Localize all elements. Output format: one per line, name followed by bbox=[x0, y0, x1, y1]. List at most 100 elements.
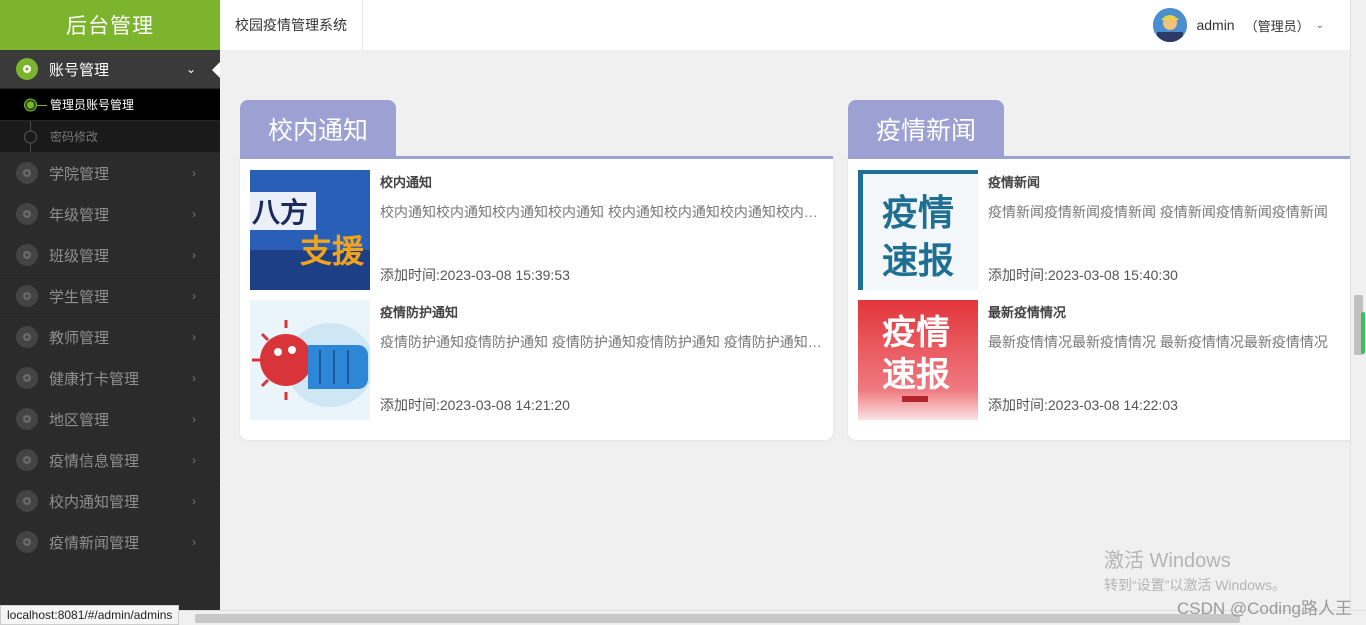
news-title[interactable]: 疫情新闻 bbox=[988, 172, 1040, 191]
submenu-item-label: 密码修改 bbox=[50, 130, 99, 144]
user-menu[interactable]: admin （管理员） ⌄ bbox=[1153, 8, 1324, 42]
user-role: （管理员） bbox=[1244, 18, 1310, 34]
avatar[interactable] bbox=[1153, 8, 1188, 42]
sidebar-item-label: 健康打卡管理 bbox=[49, 370, 140, 388]
submenu-item-label: 管理员账号管理 bbox=[50, 98, 135, 112]
watermark-line2: 转到“设置”以激活 Windows。 bbox=[1104, 577, 1287, 593]
chevron-right-icon: › bbox=[192, 371, 196, 385]
virus-fist-image bbox=[250, 300, 370, 420]
news-summary: 校内通知校内通知校内通知校内通知 校内通知校内通知校内通知校内通知 校内通知 bbox=[380, 204, 823, 220]
menu-icon bbox=[16, 162, 38, 184]
menu-icon bbox=[16, 58, 38, 80]
chevron-right-icon: › bbox=[192, 494, 196, 508]
menu-icon bbox=[16, 203, 38, 225]
report-line2: 速报 bbox=[882, 241, 954, 282]
username: admin bbox=[1196, 17, 1235, 33]
menu-icon bbox=[16, 285, 38, 307]
news-title[interactable]: 校内通知 bbox=[380, 172, 432, 191]
chevron-right-icon: › bbox=[192, 453, 196, 467]
banner-text-b: 支援 bbox=[300, 232, 365, 270]
news-time: 添加时间:2023-03-08 15:39:53 bbox=[380, 267, 570, 283]
support-banner-image: 八方 支援 bbox=[250, 170, 370, 290]
sidebar-item-health-checkin[interactable]: 健康打卡管理 › bbox=[0, 358, 220, 399]
news-time: 添加时间:2023-03-08 14:21:20 bbox=[380, 397, 570, 413]
news-title[interactable]: 最新疫情情况 bbox=[988, 302, 1066, 321]
scroll-indicator bbox=[1361, 312, 1365, 354]
menu-icon bbox=[16, 408, 38, 430]
news-item[interactable]: 八方 支援 校内通知 校内通知校内通知校内通知校内通知 校内通知校内通知校内通知… bbox=[250, 170, 833, 290]
chevron-right-icon: › bbox=[192, 166, 196, 180]
epidemic-report-red-image: 疫情 速报 bbox=[858, 300, 978, 420]
sidebar-item-label: 学院管理 bbox=[49, 165, 110, 183]
chevron-right-icon: › bbox=[192, 330, 196, 344]
chevron-right-icon: › bbox=[192, 289, 196, 303]
sidebar-item-label: 疫情信息管理 bbox=[49, 452, 140, 470]
submenu: 管理员账号管理 密码修改 bbox=[0, 89, 220, 153]
sidebar-item-school-notice[interactable]: 校内通知管理 › bbox=[0, 481, 220, 522]
sidebar-item-label: 学生管理 bbox=[49, 288, 110, 306]
chevron-right-icon: › bbox=[192, 207, 196, 221]
sidebar-group-label: 账号管理 bbox=[49, 61, 110, 79]
notice-card: 八方 支援 校内通知 校内通知校内通知校内通知校内通知 校内通知校内通知校内通知… bbox=[240, 100, 833, 440]
news-time: 添加时间:2023-03-08 14:22:03 bbox=[988, 397, 1178, 413]
sidebar-item-student[interactable]: 学生管理 › bbox=[0, 276, 220, 317]
windows-activation-watermark: 激活 Windows 转到“设置”以激活 Windows。 bbox=[1104, 544, 1286, 595]
submenu-item-password[interactable]: 密码修改 bbox=[0, 121, 220, 153]
bullet-icon bbox=[24, 130, 37, 143]
csdn-watermark: CSDN @Coding路人王 bbox=[1176, 599, 1352, 618]
banner-text-a: 八方 bbox=[252, 196, 308, 229]
vertical-scrollbar[interactable] bbox=[1350, 0, 1366, 610]
menu-icon bbox=[16, 449, 38, 471]
menu-icon bbox=[16, 490, 38, 512]
sidebar-item-teacher[interactable]: 教师管理 › bbox=[0, 317, 220, 358]
sidebar-item-label: 教师管理 bbox=[49, 329, 110, 347]
report-line1: 疫情 bbox=[882, 313, 950, 353]
card-body: 疫情 速报 疫情新闻 疫情新闻疫情新闻疫情新闻 疫情新闻疫情新闻疫情新闻 添加时… bbox=[848, 156, 1350, 440]
menu-icon bbox=[16, 531, 38, 553]
sidebar-item-region[interactable]: 地区管理 › bbox=[0, 399, 220, 440]
sidebar-item-label: 班级管理 bbox=[49, 247, 110, 265]
sidebar-item-label: 地区管理 bbox=[49, 411, 110, 429]
horizontal-scrollbar[interactable] bbox=[0, 610, 1366, 625]
brand-title: 后台管理 bbox=[0, 0, 220, 50]
news-item[interactable]: 疫情防护通知 疫情防护通知疫情防护通知 疫情防护通知疫情防护通知 疫情防护通知疫… bbox=[250, 300, 833, 420]
report-line2: 速报 bbox=[882, 355, 950, 395]
sidebar: 后台管理 账号管理 ⌄ 管理员账号管理 密码修改 学院管理 › 年级管理 › 班… bbox=[0, 0, 220, 625]
top-bar: 校园疫情管理系统 admin （管理员） ⌄ bbox=[220, 0, 1350, 50]
menu-icon bbox=[16, 244, 38, 266]
epidemic-news-card: 疫情 速报 疫情新闻 疫情新闻疫情新闻疫情新闻 疫情新闻疫情新闻疫情新闻 添加时… bbox=[848, 100, 1350, 440]
chevron-down-icon: ⌄ bbox=[185, 62, 196, 76]
sidebar-item-college[interactable]: 学院管理 › bbox=[0, 153, 220, 194]
submenu-item-admin-accounts[interactable]: 管理员账号管理 bbox=[0, 89, 220, 121]
news-summary: 最新疫情情况最新疫情情况 最新疫情情况最新疫情情况 bbox=[988, 334, 1328, 350]
chevron-right-icon: › bbox=[192, 535, 196, 549]
news-title[interactable]: 疫情防护通知 bbox=[380, 302, 458, 321]
chevron-right-icon: › bbox=[192, 248, 196, 262]
menu-icon bbox=[16, 367, 38, 389]
chevron-right-icon: › bbox=[192, 412, 196, 426]
news-item[interactable]: 疫情 速报 最新疫情情况 最新疫情情况最新疫情情况 最新疫情情况最新疫情情况 添… bbox=[858, 300, 1350, 420]
sidebar-item-label: 校内通知管理 bbox=[49, 493, 140, 511]
card-tab-school-notice[interactable]: 校内通知 bbox=[240, 100, 397, 158]
scrollbar-thumb[interactable] bbox=[195, 614, 1240, 623]
sidebar-item-class[interactable]: 班级管理 › bbox=[0, 235, 220, 276]
main-content: 八方 支援 校内通知 校内通知校内通知校内通知校内通知 校内通知校内通知校内通知… bbox=[220, 50, 1350, 610]
active-notch bbox=[212, 62, 220, 78]
bullet-icon bbox=[24, 98, 37, 111]
sidebar-item-label: 年级管理 bbox=[49, 206, 110, 224]
sidebar-item-label: 疫情新闻管理 bbox=[49, 534, 140, 552]
system-title: 校园疫情管理系统 bbox=[220, 0, 363, 50]
chevron-down-icon: ⌄ bbox=[1315, 19, 1324, 31]
news-summary: 疫情新闻疫情新闻疫情新闻 疫情新闻疫情新闻疫情新闻 bbox=[988, 204, 1328, 220]
menu-icon bbox=[16, 326, 38, 348]
sidebar-item-epidemic-info[interactable]: 疫情信息管理 › bbox=[0, 440, 220, 481]
epidemic-report-blue-image: 疫情 速报 bbox=[858, 170, 978, 290]
watermark-line1: 激活 Windows bbox=[1104, 550, 1231, 572]
news-item[interactable]: 疫情 速报 疫情新闻 疫情新闻疫情新闻疫情新闻 疫情新闻疫情新闻疫情新闻 添加时… bbox=[858, 170, 1350, 290]
report-line1: 疫情 bbox=[882, 193, 954, 234]
sidebar-item-epidemic-news[interactable]: 疫情新闻管理 › bbox=[0, 522, 220, 563]
card-tab-epidemic-news[interactable]: 疫情新闻 bbox=[848, 100, 1005, 158]
sidebar-item-grade[interactable]: 年级管理 › bbox=[0, 194, 220, 235]
news-summary: 疫情防护通知疫情防护通知 疫情防护通知疫情防护通知 疫情防护通知疫情防护通知 bbox=[380, 334, 823, 350]
sidebar-group-account[interactable]: 账号管理 ⌄ bbox=[0, 50, 220, 89]
